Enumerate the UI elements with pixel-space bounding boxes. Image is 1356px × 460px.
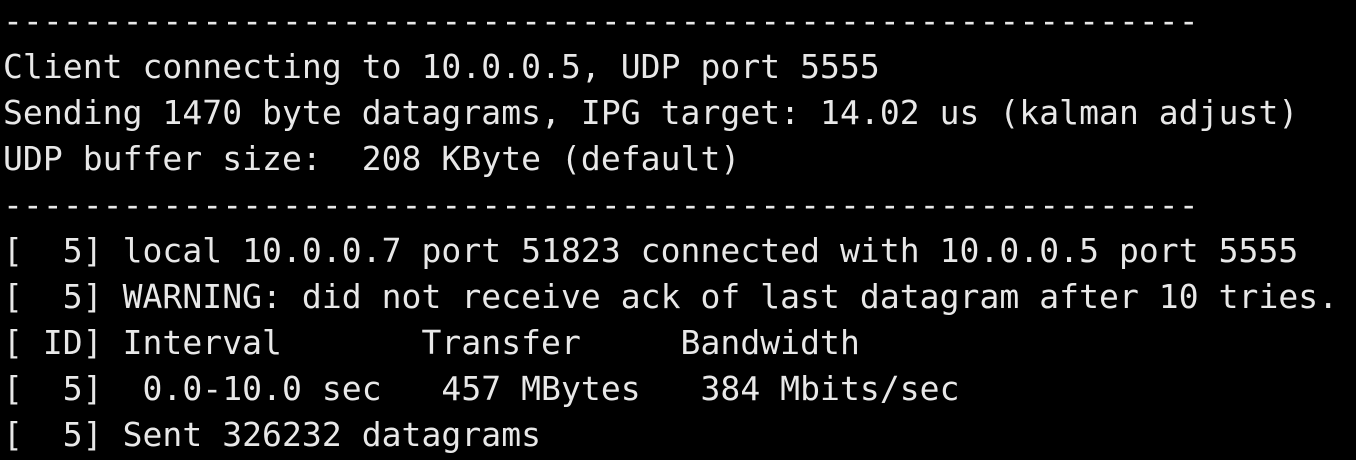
local-connection-line: [ 5] local 10.0.0.7 port 51823 connected… bbox=[3, 231, 1299, 270]
results-row-line: [ 5] 0.0-10.0 sec 457 MBytes 384 Mbits/s… bbox=[3, 369, 960, 408]
sending-datagrams-line: Sending 1470 byte datagrams, IPG target:… bbox=[3, 93, 1299, 132]
terminal-window[interactable]: ----------------------------------------… bbox=[0, 0, 1356, 460]
sent-datagrams-line: [ 5] Sent 326232 datagrams bbox=[3, 415, 542, 454]
separator-line-top: ----------------------------------------… bbox=[3, 1, 1199, 40]
warning-line: [ 5] WARNING: did not receive ack of las… bbox=[3, 277, 1339, 316]
client-connecting-line: Client connecting to 10.0.0.5, UDP port … bbox=[3, 47, 880, 86]
udp-buffer-size-line: UDP buffer size: 208 KByte (default) bbox=[3, 139, 741, 178]
separator-line-bottom: ----------------------------------------… bbox=[3, 185, 1199, 224]
results-header-line: [ ID] Interval Transfer Bandwidth bbox=[3, 323, 860, 362]
